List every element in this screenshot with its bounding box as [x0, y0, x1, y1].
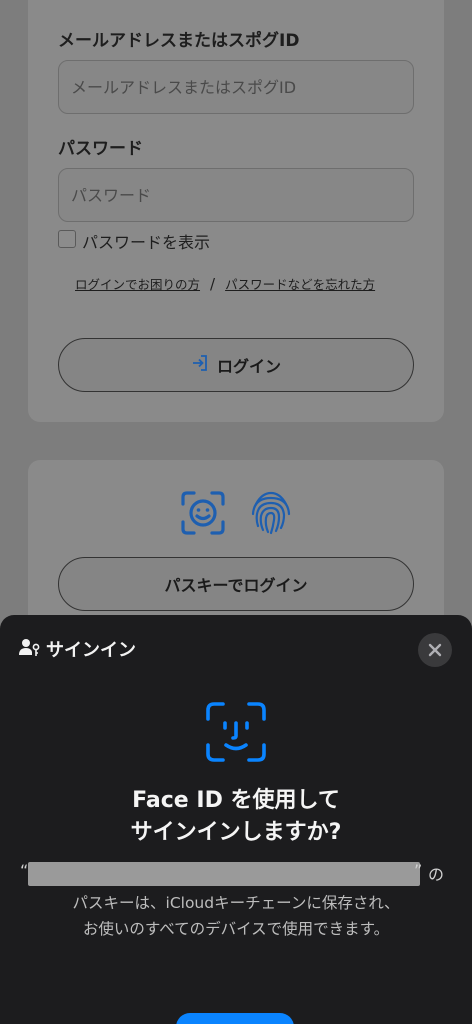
- login-trouble-link[interactable]: ログインでお困りの方: [75, 274, 200, 293]
- login-icon: [191, 354, 209, 376]
- person-key-icon: [19, 637, 41, 661]
- redacted-account-name: [28, 862, 420, 886]
- passkey-login-button[interactable]: パスキーでログイン: [58, 557, 414, 611]
- fingerprint-icon[interactable]: [250, 490, 292, 540]
- link-separator: /: [210, 274, 216, 293]
- sheet-description-line1: パスキーは、iCloudキーチェーンに保存され、: [72, 894, 400, 912]
- face-id-large-icon: [205, 701, 267, 767]
- forgot-password-link[interactable]: パスワードなどを忘れた方: [225, 274, 375, 293]
- email-field[interactable]: [58, 60, 414, 114]
- sign-in-sheet: サインイン Face ID を使用して サインインしますか? “ ” の パスキ…: [0, 615, 472, 1024]
- continue-button[interactable]: [176, 1013, 294, 1024]
- passkey-button-label: パスキーでログイン: [164, 576, 308, 595]
- login-button[interactable]: ログイン: [58, 338, 414, 392]
- login-button-label: ログイン: [216, 357, 281, 376]
- help-links: ログインでお困りの方 / パスワードなどを忘れた方: [75, 274, 375, 293]
- close-icon: [428, 643, 442, 657]
- close-button[interactable]: [418, 633, 452, 667]
- sheet-heading-line2: サインインしますか?: [130, 820, 342, 845]
- face-id-icon[interactable]: [180, 490, 226, 540]
- show-password-checkbox[interactable]: [58, 230, 76, 248]
- password-label: パスワード: [58, 139, 143, 159]
- password-field[interactable]: [58, 168, 414, 222]
- email-label: メールアドレスまたはスポグID: [58, 31, 300, 51]
- sheet-heading-line1: Face ID を使用して: [132, 788, 340, 813]
- account-suffix: の: [428, 865, 445, 884]
- quote-close: ”: [414, 861, 423, 880]
- sheet-description-line2: お使いのすべてのデバイスで使用できます。: [82, 920, 390, 938]
- sheet-title: サインイン: [46, 640, 136, 661]
- show-password-label: パスワードを表示: [82, 233, 211, 252]
